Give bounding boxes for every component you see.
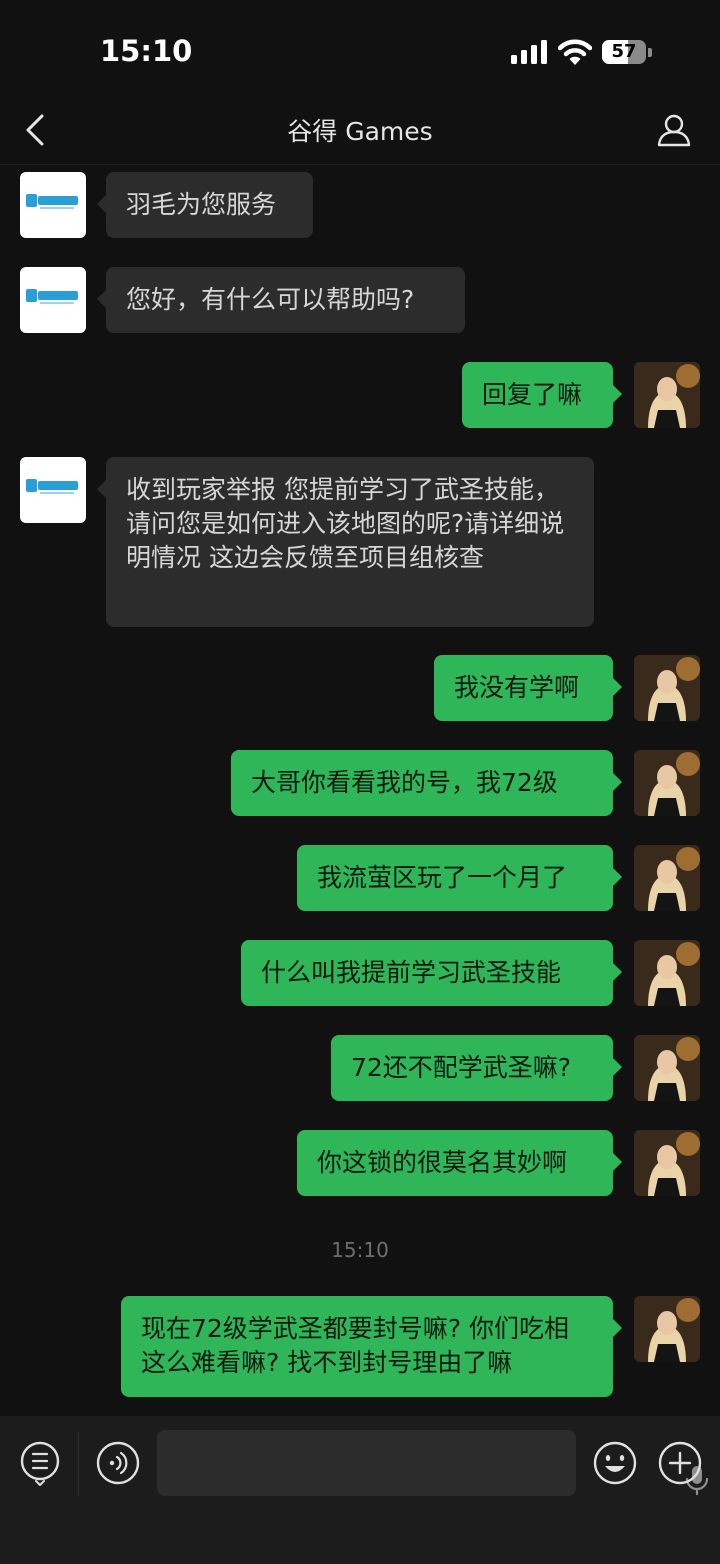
user-photo bbox=[634, 655, 700, 721]
message-bubble-outgoing[interactable]: 回复了嘛 bbox=[462, 362, 622, 428]
message-bubble-incoming[interactable]: 收到玩家举报 您提前学习了武圣技能，请问您是如何进入该地图的呢?请详细说明情况 … bbox=[97, 457, 594, 627]
message-bubble-incoming[interactable]: 您好，有什么可以帮助吗? bbox=[97, 267, 465, 333]
user-photo bbox=[634, 362, 700, 428]
message-bubble-outgoing[interactable]: 我没有学啊 bbox=[434, 655, 622, 721]
avatar-gude-games[interactable] bbox=[20, 172, 86, 238]
user-photo bbox=[634, 1130, 700, 1196]
user-photo bbox=[634, 845, 700, 911]
avatar-gude-games[interactable] bbox=[20, 267, 86, 333]
message-bubble-outgoing[interactable]: 大哥你看看我的号，我72级 bbox=[231, 750, 622, 816]
avatar-gude-games[interactable] bbox=[20, 457, 86, 523]
battery-indicator: 57 bbox=[602, 40, 654, 66]
menu-icon[interactable] bbox=[17, 1440, 63, 1486]
plus-icon[interactable] bbox=[657, 1440, 703, 1486]
chat-timestamp: 15:10 bbox=[331, 1238, 389, 1262]
avatar-user[interactable] bbox=[634, 1130, 700, 1196]
message-bubble-outgoing[interactable]: 现在72级学武圣都要封号嘛? 你们吃相这么难看嘛? 找不到封号理由了嘛 bbox=[121, 1296, 622, 1397]
cellular-signal-icon bbox=[511, 40, 547, 64]
voice-icon[interactable] bbox=[95, 1440, 141, 1486]
user-photo bbox=[634, 1296, 700, 1362]
person-icon[interactable] bbox=[656, 112, 692, 148]
nav-bar: 谷得 Games bbox=[0, 100, 720, 165]
avatar-user[interactable] bbox=[634, 655, 700, 721]
avatar-user[interactable] bbox=[634, 1035, 700, 1101]
message-bubble-outgoing[interactable]: 我流萤区玩了一个月了 bbox=[297, 845, 622, 911]
avatar-user[interactable] bbox=[634, 845, 700, 911]
user-photo bbox=[634, 750, 700, 816]
avatar-user[interactable] bbox=[634, 750, 700, 816]
input-divider bbox=[78, 1432, 79, 1496]
message-bubble-outgoing[interactable]: 你这锁的很莫名其妙啊 bbox=[297, 1130, 622, 1196]
gude-logo-icon bbox=[26, 289, 78, 304]
user-photo bbox=[634, 940, 700, 1006]
message-input[interactable] bbox=[157, 1430, 709, 1496]
message-bubble-outgoing[interactable]: 什么叫我提前学习武圣技能 bbox=[241, 940, 622, 1006]
chat-title: 谷得 Games bbox=[287, 117, 433, 146]
avatar-user[interactable] bbox=[634, 940, 700, 1006]
status-time: 15:10 bbox=[100, 34, 193, 68]
message-bubble-outgoing[interactable]: 72还不配学武圣嘛? bbox=[331, 1035, 622, 1101]
emoji-icon[interactable] bbox=[592, 1440, 638, 1486]
status-bar: 15:10 57 bbox=[0, 0, 720, 100]
battery-level: 57 bbox=[611, 41, 637, 62]
avatar-user[interactable] bbox=[634, 1296, 700, 1362]
gude-logo-icon bbox=[26, 479, 78, 494]
input-bar bbox=[0, 1416, 720, 1564]
message-bubble-incoming[interactable]: 羽毛为您服务 bbox=[97, 172, 313, 238]
wifi-icon bbox=[558, 39, 592, 65]
gude-logo-icon bbox=[26, 194, 78, 209]
avatar-user[interactable] bbox=[634, 362, 700, 428]
battery-cap bbox=[648, 48, 652, 57]
user-photo bbox=[634, 1035, 700, 1101]
